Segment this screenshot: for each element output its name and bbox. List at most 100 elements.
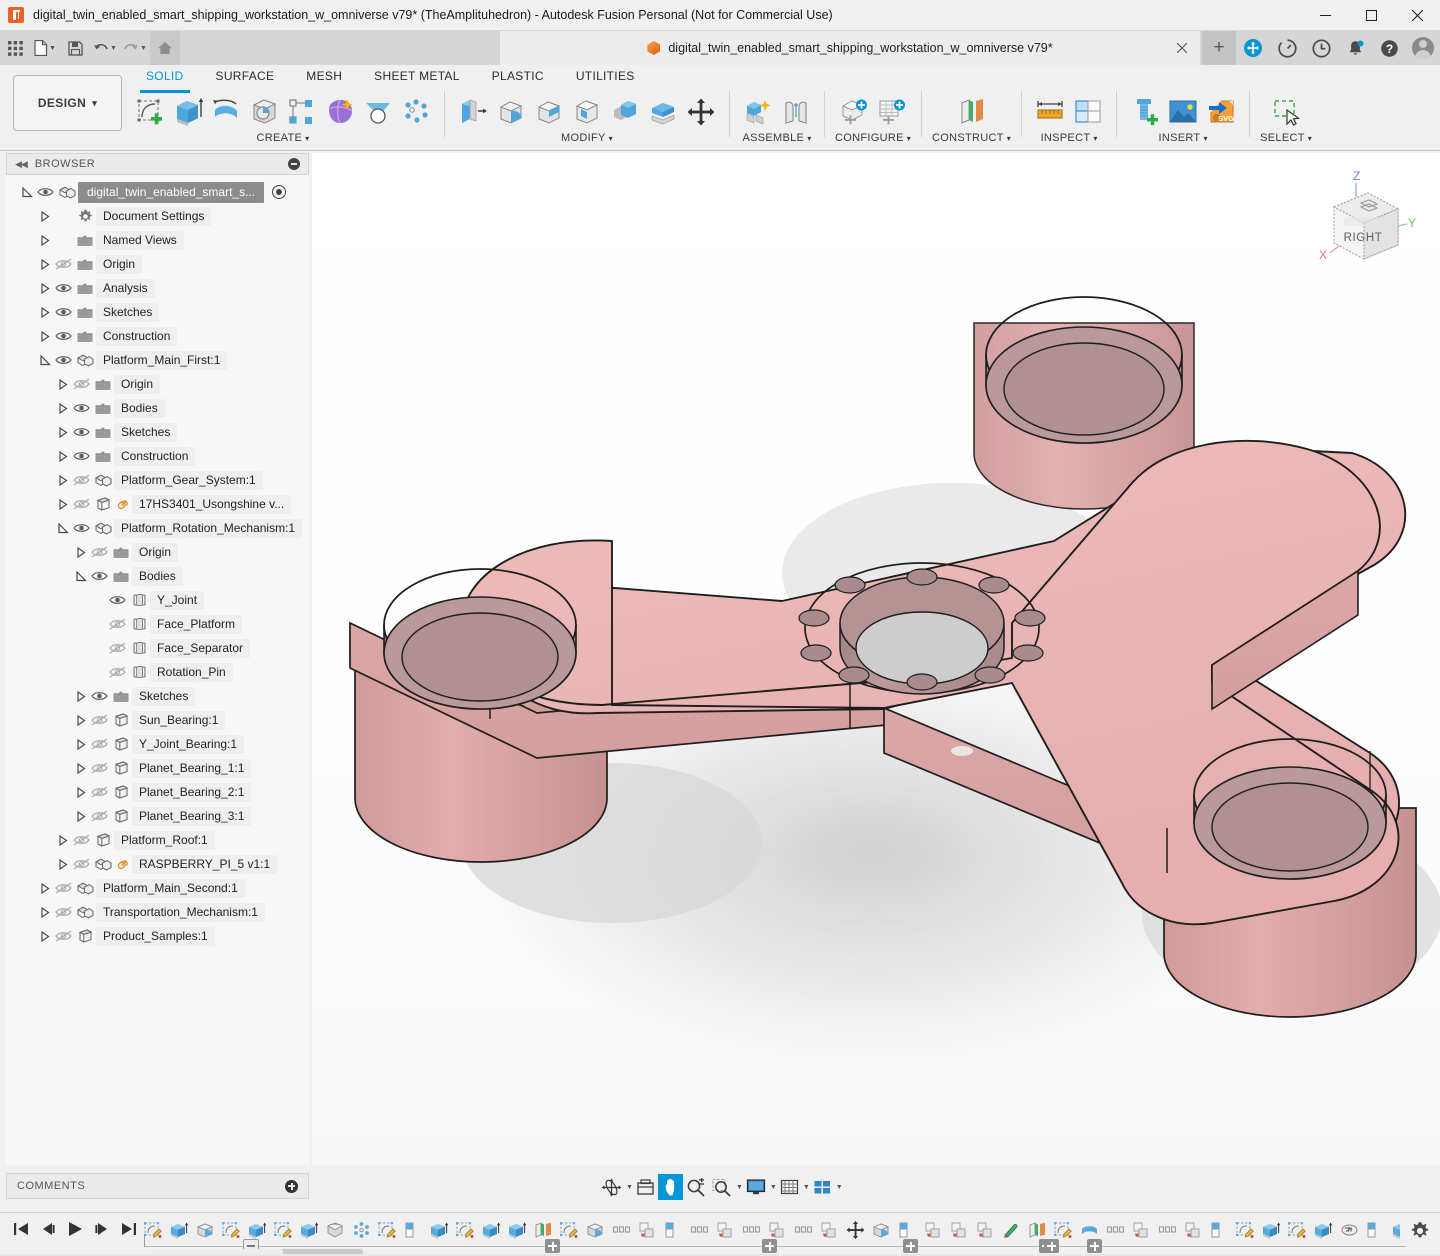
tree-item-transportation-mechanism-1[interactable]: Transportation_Mechanism:1 xyxy=(6,900,309,924)
tree-item-sun-bearing-1[interactable]: Sun_Bearing:1 xyxy=(6,708,309,732)
expand-arrow-open-icon[interactable] xyxy=(74,564,88,588)
sweep-icon[interactable] xyxy=(246,93,282,131)
recent-activity-icon[interactable] xyxy=(1304,31,1338,65)
visibility-off-icon[interactable] xyxy=(106,636,128,660)
tree-item-origin[interactable]: Origin xyxy=(6,540,309,564)
close-document-tab-button[interactable] xyxy=(1174,40,1190,56)
visibility-on-icon[interactable] xyxy=(52,276,74,300)
panel-insert-label[interactable]: INSERT ▾ xyxy=(1158,132,1207,144)
expand-arrow-closed-icon[interactable] xyxy=(74,732,88,756)
create-sketch-icon[interactable] xyxy=(132,93,168,131)
tree-item-raspberry-pi-5-v1-1[interactable]: RASPBERRY_PI_5 v1:1 xyxy=(6,852,309,876)
visibility-off-icon[interactable] xyxy=(70,372,92,396)
timeline-sketch-icon[interactable] xyxy=(218,1216,244,1244)
timeline-extrude-icon[interactable] xyxy=(1388,1216,1400,1244)
expand-arrow-closed-icon[interactable] xyxy=(74,780,88,804)
timeline-loft-icon[interactable] xyxy=(322,1216,348,1244)
expand-arrow-closed-icon[interactable] xyxy=(38,252,52,276)
go-to-end-button[interactable] xyxy=(116,1215,141,1243)
timeline-link-icon[interactable] xyxy=(1336,1216,1362,1244)
extrude-icon[interactable] xyxy=(170,93,206,131)
tree-item-sketches[interactable]: Sketches xyxy=(6,420,309,444)
expand-arrow-closed-icon[interactable] xyxy=(56,468,70,492)
3d-viewport[interactable]: Z Y X RIGHT xyxy=(312,153,1440,1165)
timeline-extrude-icon[interactable] xyxy=(478,1216,504,1244)
tree-item-construction[interactable]: Construction xyxy=(6,324,309,348)
tab-surface[interactable]: SURFACE xyxy=(200,65,291,87)
visibility-on-icon[interactable] xyxy=(70,444,92,468)
timeline-plane-icon[interactable] xyxy=(400,1216,426,1244)
tree-item-platform-rotation-mechanism-1[interactable]: Platform_Rotation_Mechanism:1 xyxy=(6,516,309,540)
panel-construct-label[interactable]: CONSTRUCT ▾ xyxy=(932,132,1011,144)
timeline-component-group-icon[interactable] xyxy=(790,1216,816,1244)
expand-arrow-closed-icon[interactable] xyxy=(56,396,70,420)
tree-item-y-joint-bearing-1[interactable]: Y_Joint_Bearing:1 xyxy=(6,732,309,756)
undo-icon[interactable]: ▼ xyxy=(90,31,120,65)
expand-arrow-closed-icon[interactable] xyxy=(38,924,52,948)
tree-item-sketches[interactable]: Sketches xyxy=(6,300,309,324)
timeline-fillet-icon[interactable] xyxy=(582,1216,608,1244)
notifications-icon[interactable] xyxy=(1338,31,1372,65)
extensions-icon[interactable] xyxy=(1236,31,1270,65)
timeline-joint-icon[interactable] xyxy=(634,1216,660,1244)
tab-sheet-metal[interactable]: SHEET METAL xyxy=(358,65,476,87)
tab-utilities[interactable]: UTILITIES xyxy=(560,65,651,87)
timeline-component-group-icon[interactable] xyxy=(738,1216,764,1244)
timeline-group-marker[interactable] xyxy=(903,1239,918,1253)
timeline-sketch-icon[interactable] xyxy=(452,1216,478,1244)
timeline-plane-icon[interactable] xyxy=(1362,1216,1388,1244)
timeline-component-group-icon[interactable] xyxy=(1102,1216,1128,1244)
tree-item-origin[interactable]: Origin xyxy=(6,252,309,276)
timeline-extrude-icon[interactable] xyxy=(504,1216,530,1244)
close-button[interactable] xyxy=(1394,0,1440,31)
visibility-off-icon[interactable] xyxy=(52,252,74,276)
account-avatar-icon[interactable] xyxy=(1406,31,1440,65)
visibility-on-icon[interactable] xyxy=(70,420,92,444)
document-tab[interactable]: digital_twin_enabled_smart_shipping_work… xyxy=(500,31,1200,65)
pipe-icon[interactable] xyxy=(398,93,434,131)
display-settings-icon[interactable] xyxy=(743,1174,769,1200)
minimize-button[interactable] xyxy=(1302,0,1348,31)
add-comment-icon[interactable] xyxy=(285,1180,298,1193)
tree-item-bodies[interactable]: Bodies xyxy=(6,396,309,420)
timeline-group-marker[interactable] xyxy=(1087,1239,1102,1253)
visibility-on-icon[interactable] xyxy=(106,588,128,612)
tab-plastic[interactable]: PLASTIC xyxy=(476,65,560,87)
help-icon[interactable]: ? xyxy=(1372,31,1406,65)
visibility-on-icon[interactable] xyxy=(70,396,92,420)
tree-item-sketches[interactable]: Sketches xyxy=(6,684,309,708)
visibility-off-icon[interactable] xyxy=(88,732,110,756)
visibility-off-icon[interactable] xyxy=(88,708,110,732)
timeline-settings-icon[interactable] xyxy=(1410,1221,1430,1246)
visibility-off-icon[interactable] xyxy=(70,828,92,852)
tree-item-platform-main-second-1[interactable]: Platform_Main_Second:1 xyxy=(6,876,309,900)
tree-item-document-settings[interactable]: Document Settings xyxy=(6,204,309,228)
visibility-off-icon[interactable] xyxy=(52,900,74,924)
collapse-left-icon[interactable]: ◀◀ xyxy=(15,159,27,170)
timeline-extrude-icon[interactable] xyxy=(1258,1216,1284,1244)
chevron-down-icon[interactable]: ▼ xyxy=(836,1184,843,1191)
tree-item-platform-main-first-1[interactable]: Platform_Main_First:1 xyxy=(6,348,309,372)
measure-icon[interactable] xyxy=(1032,93,1068,131)
visibility-on-icon[interactable] xyxy=(70,516,92,540)
visibility-off-icon[interactable] xyxy=(106,612,128,636)
timeline-joint-icon[interactable] xyxy=(1128,1216,1154,1244)
form-icon[interactable] xyxy=(322,93,358,131)
minimize-icon[interactable] xyxy=(288,158,300,170)
configuration-icon[interactable] xyxy=(836,93,872,131)
expand-arrow-closed-icon[interactable] xyxy=(74,540,88,564)
timeline-pattern-icon[interactable] xyxy=(348,1216,374,1244)
visibility-off-icon[interactable] xyxy=(88,780,110,804)
tree-item-planet-bearing-2-1[interactable]: Planet_Bearing_2:1 xyxy=(6,780,309,804)
expand-arrow-closed-icon[interactable] xyxy=(38,876,52,900)
joint-icon[interactable] xyxy=(778,93,814,131)
timeline-joint-icon[interactable] xyxy=(1180,1216,1206,1244)
visibility-off-icon[interactable] xyxy=(88,540,110,564)
timeline-sketch-icon[interactable] xyxy=(1232,1216,1258,1244)
expand-arrow-open-icon[interactable] xyxy=(56,516,70,540)
timeline-move-copy-icon[interactable] xyxy=(842,1216,868,1244)
model-geometry[interactable] xyxy=(312,153,1440,1165)
step-back-button[interactable] xyxy=(35,1215,60,1243)
timeline-component-group-icon[interactable] xyxy=(686,1216,712,1244)
grid-snaps-icon[interactable] xyxy=(777,1174,802,1200)
